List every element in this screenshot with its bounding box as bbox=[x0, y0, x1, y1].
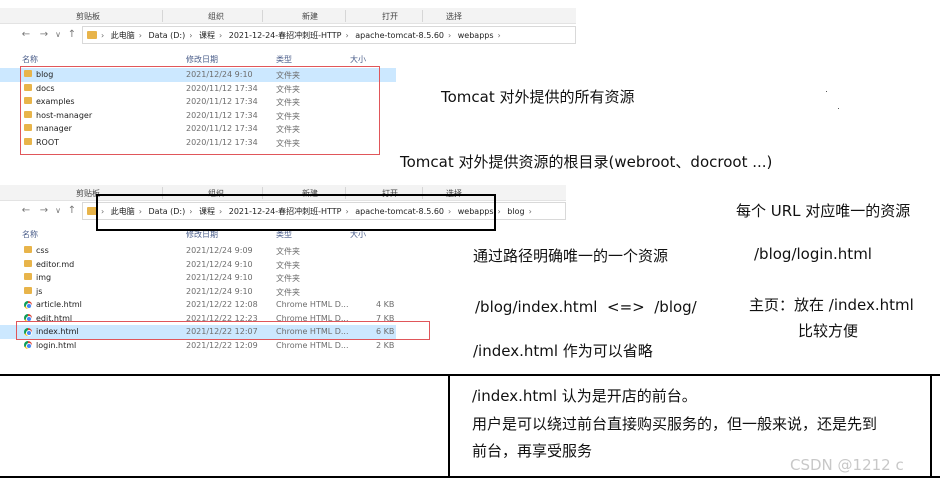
address-bar[interactable]: › 此电脑 › Data (D:) › 课程 › 2021-12-24-春招冲刺班-H… bbox=[82, 26, 576, 44]
explanation-line-3: 前台，再享受服务 bbox=[472, 442, 593, 460]
explanation-line-1: /index.html 认为是开店的前台。 bbox=[472, 387, 697, 405]
file-date: 2021/12/22 12:09 bbox=[186, 340, 258, 350]
file-name: editor.md bbox=[36, 259, 75, 269]
ribbon-select[interactable]: 选择 bbox=[446, 11, 462, 22]
breadcrumb-item[interactable]: blog bbox=[507, 207, 524, 216]
folder-icon bbox=[24, 273, 32, 280]
explanation-line-2: 用户是可以绕过前台直接购买服务的，但一般来说，还是先到 bbox=[472, 415, 878, 433]
ribbon-clipboard[interactable]: 剪贴板 bbox=[76, 11, 100, 22]
column-type[interactable]: 类型 bbox=[276, 54, 292, 65]
note-all-resources: Tomcat 对外提供的所有资源 bbox=[441, 88, 635, 106]
file-type: 文件夹 bbox=[276, 287, 300, 297]
breadcrumb: › 此电脑 › Data (D:) › 课程 › 2021-12-24-春招冲刺班-H… bbox=[101, 31, 501, 40]
column-date[interactable]: 修改日期 bbox=[186, 54, 218, 65]
file-date: 2021/12/24 9:10 bbox=[186, 286, 253, 296]
note-homepage: 主页：放在 /index.html bbox=[749, 296, 914, 314]
file-type: Chrome HTML D... bbox=[276, 340, 349, 350]
forward-arrow-icon[interactable]: → bbox=[38, 28, 50, 42]
breadcrumb-item[interactable]: webapps bbox=[458, 31, 494, 40]
file-date: 2021/12/24 9:09 bbox=[186, 246, 253, 255]
column-headers: 名称 修改日期 类型 大小 bbox=[0, 52, 576, 66]
breadcrumb-item[interactable]: 此电脑 bbox=[111, 31, 135, 40]
file-type: 文件夹 bbox=[276, 247, 300, 256]
folder-icon bbox=[24, 286, 32, 294]
note-root-directory: Tomcat 对外提供资源的根目录(webroot、docroot ...) bbox=[400, 153, 773, 171]
file-row-js[interactable]: js 2021/12/24 9:10 文件夹 bbox=[0, 285, 566, 299]
file-size: 4 KB bbox=[376, 300, 395, 309]
file-date: 2021/12/24 9:10 bbox=[186, 273, 253, 282]
file-name: article.html bbox=[36, 300, 82, 309]
ribbon-new[interactable]: 新建 bbox=[302, 11, 318, 22]
note-path-unique: 通过路径明确唯一的一个资源 bbox=[473, 247, 669, 265]
back-arrow-icon[interactable]: ← bbox=[20, 28, 32, 42]
column-size[interactable]: 大小 bbox=[350, 54, 366, 65]
file-type: Chrome HTML D... bbox=[276, 300, 349, 309]
navigation-bar: ← → ∨ ↑ › 此电脑 › Data (D:) › 课程 › 2021-12-24… bbox=[0, 25, 576, 45]
breadcrumb-item[interactable]: Data (D:) bbox=[149, 31, 186, 40]
file-type: 文件夹 bbox=[276, 260, 300, 270]
breadcrumb-item[interactable]: 2021-12-24-春招冲刺班-HTTP bbox=[229, 31, 342, 40]
note-unique-url: 每个 URL 对应唯一的资源 bbox=[736, 202, 911, 220]
file-date: 2021/12/22 12:08 bbox=[186, 300, 258, 309]
file-type: 文件夹 bbox=[276, 274, 300, 283]
folder-icon bbox=[87, 31, 97, 39]
file-name: img bbox=[36, 273, 52, 282]
highlight-index-html bbox=[16, 321, 430, 340]
folder-icon bbox=[24, 259, 32, 267]
up-arrow-icon[interactable]: ↑ bbox=[66, 204, 78, 218]
highlight-address-path bbox=[96, 194, 496, 231]
ribbon-open[interactable]: 打开 bbox=[382, 11, 398, 22]
file-name: css bbox=[36, 246, 49, 255]
back-arrow-icon[interactable]: ← bbox=[20, 204, 32, 218]
recent-dropdown-icon[interactable]: ∨ bbox=[52, 28, 64, 42]
note-index-omit: /index.html 作为可以省略 bbox=[473, 342, 653, 360]
file-date: 2021/12/24 9:10 bbox=[186, 259, 253, 269]
stray-dot bbox=[826, 91, 827, 92]
forward-arrow-icon[interactable]: → bbox=[38, 204, 50, 218]
note-index-equivalence: /blog/index.html <=> /blog/ bbox=[475, 298, 697, 316]
file-row-img[interactable]: img 2021/12/24 9:10 文件夹 bbox=[0, 271, 566, 285]
chrome-icon bbox=[24, 341, 32, 349]
ribbon-organize[interactable]: 组织 bbox=[208, 11, 224, 22]
chrome-icon bbox=[24, 300, 32, 309]
file-name: login.html bbox=[36, 340, 77, 350]
file-name: js bbox=[36, 286, 43, 296]
highlight-webapps-folders bbox=[20, 66, 380, 155]
recent-dropdown-icon[interactable]: ∨ bbox=[52, 204, 64, 218]
file-size: 2 KB bbox=[376, 340, 395, 350]
note-login-path: /blog/login.html bbox=[754, 245, 872, 263]
note-convenient: 比较方便 bbox=[798, 322, 859, 340]
column-name[interactable]: 名称 bbox=[22, 54, 38, 65]
column-name[interactable]: 名称 bbox=[22, 229, 38, 240]
watermark-text: CSDN @1212 c bbox=[790, 456, 904, 474]
stray-dot bbox=[838, 108, 839, 109]
ribbon-group-labels: 剪贴板 组织 新建 打开 选择 bbox=[0, 8, 576, 24]
breadcrumb-item[interactable]: 课程 bbox=[199, 31, 215, 40]
folder-icon bbox=[24, 246, 32, 253]
up-arrow-icon[interactable]: ↑ bbox=[66, 28, 78, 42]
breadcrumb-item[interactable]: apache-tomcat-8.5.60 bbox=[355, 31, 444, 40]
